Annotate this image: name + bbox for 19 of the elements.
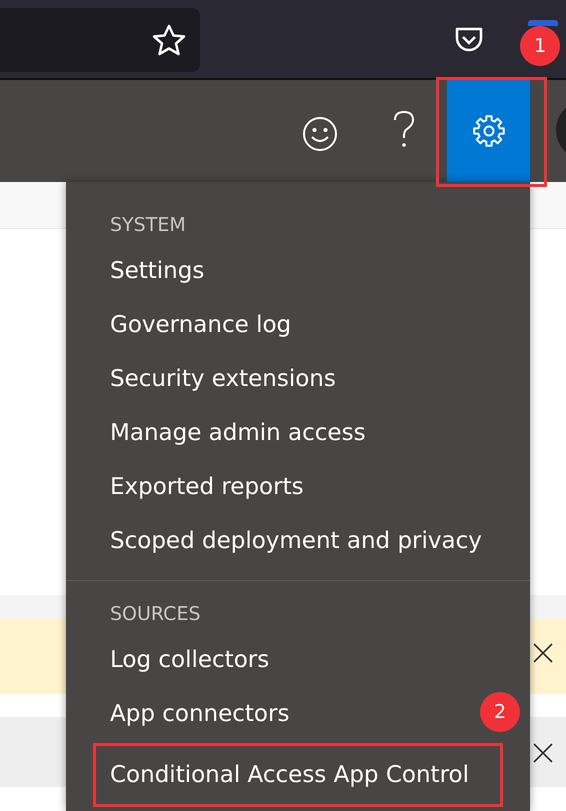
menu-item[interactable]: Governance log [66, 298, 530, 352]
menu-item[interactable]: Security extensions [66, 352, 530, 406]
settings-icon [472, 114, 506, 148]
pocket-icon[interactable] [454, 26, 484, 54]
settings-button[interactable] [447, 80, 530, 182]
smiley-icon[interactable] [302, 116, 338, 152]
menu-item[interactable]: Manage admin access [66, 406, 530, 460]
star-icon[interactable] [152, 24, 186, 56]
menu-item[interactable]: Conditional Access App Control [93, 743, 503, 807]
menu-item[interactable]: Exported reports [66, 460, 530, 514]
menu-item[interactable]: Scoped deployment and privacy [66, 514, 530, 568]
menu-item[interactable]: Settings [66, 244, 530, 298]
help-icon[interactable] [392, 110, 416, 150]
menu-item[interactable]: Log collectors [66, 633, 530, 687]
address-bar[interactable] [0, 8, 200, 72]
section-heading: SOURCES [109, 602, 202, 627]
close-icon[interactable] [532, 642, 554, 664]
section-heading: SYSTEM [109, 213, 187, 238]
close-icon[interactable] [532, 742, 554, 764]
